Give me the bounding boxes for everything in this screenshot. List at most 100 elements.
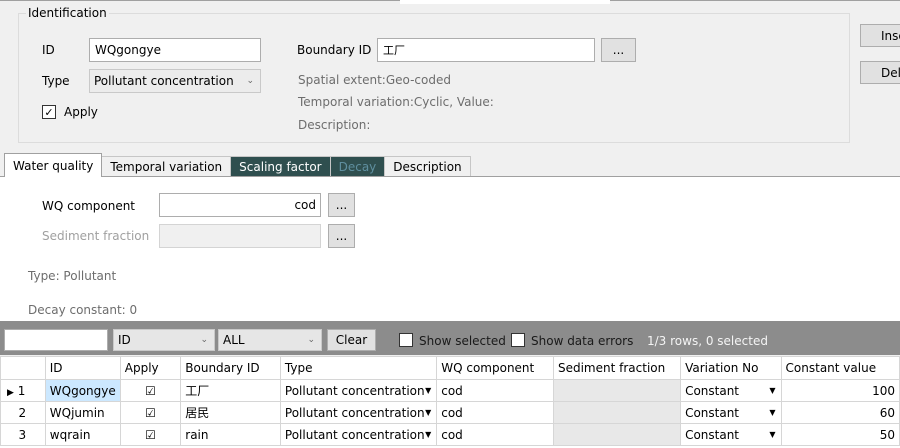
cell-wq-component[interactable]: cod bbox=[436, 423, 554, 446]
wq-component-label: WQ component bbox=[42, 199, 136, 213]
id-label: ID bbox=[42, 43, 55, 57]
column-header-type[interactable]: Type bbox=[279, 356, 438, 380]
id-input[interactable]: WQgongye bbox=[89, 38, 261, 62]
tab-temporal-variation[interactable]: Temporal variation bbox=[101, 156, 232, 177]
row-header[interactable]: ▶ 1 bbox=[0, 379, 46, 402]
cell-wq-component[interactable]: cod bbox=[436, 401, 554, 424]
cell-variation-no[interactable]: Constant ▼ bbox=[680, 401, 782, 424]
column-header-variation-no[interactable]: Variation No bbox=[680, 356, 782, 380]
data-grid: ID Apply Boundary ID Type WQ component S… bbox=[0, 356, 900, 448]
table-row[interactable]: ▶ 1 WQgongye ☑ 工厂 Pollutant concentratio… bbox=[0, 379, 900, 402]
dropdown-arrow-icon[interactable]: ▼ bbox=[425, 430, 431, 439]
triangle-right-icon: ▶ bbox=[7, 387, 14, 398]
row-header[interactable]: 3 bbox=[0, 423, 46, 446]
apply-checkbox[interactable]: ✓ bbox=[42, 105, 56, 119]
filter-search-input[interactable] bbox=[4, 329, 108, 351]
chevron-down-icon: ⌄ bbox=[307, 335, 315, 345]
cell-id[interactable]: WQjumin bbox=[44, 401, 121, 424]
top-strip bbox=[400, 0, 610, 4]
description-text: Description: bbox=[298, 118, 371, 132]
cell-id[interactable]: wqrain bbox=[44, 423, 121, 446]
cell-variation-value: Constant bbox=[685, 427, 740, 442]
type-label: Type bbox=[42, 74, 70, 88]
cell-type-value: Pollutant concentration bbox=[284, 405, 425, 420]
row-number: 3 bbox=[18, 427, 27, 442]
chevron-down-icon: ⌄ bbox=[246, 76, 254, 86]
sediment-browse-button[interactable]: ... bbox=[328, 224, 355, 248]
column-header-constant-value[interactable]: Constant value bbox=[780, 356, 900, 380]
show-data-errors-label: Show data errors bbox=[531, 334, 634, 348]
tab-decay[interactable]: Decay bbox=[329, 156, 386, 177]
boundary-id-input[interactable]: 工厂 bbox=[377, 38, 595, 62]
grid-table: ID Apply Boundary ID Type WQ component S… bbox=[0, 356, 900, 446]
cell-sediment-fraction bbox=[552, 401, 682, 424]
table-row[interactable]: 2 WQjumin ☑ 居民 Pollutant concentration ▼ … bbox=[0, 401, 900, 424]
boundary-id-label: Boundary ID bbox=[297, 43, 372, 57]
dropdown-arrow-icon[interactable]: ▼ bbox=[769, 430, 775, 439]
temporal-variation-text: Temporal variation:Cyclic, Value: bbox=[298, 95, 494, 109]
cell-apply-checkbox[interactable]: ☑ bbox=[119, 401, 182, 424]
check-icon: ☑ bbox=[145, 427, 156, 442]
sediment-fraction-label: Sediment fraction bbox=[42, 229, 150, 243]
insert-button[interactable]: Inse bbox=[860, 24, 900, 47]
boundary-browse-button[interactable]: ... bbox=[601, 38, 636, 62]
table-row[interactable]: 3 wqrain ☑ rain Pollutant concentration ▼… bbox=[0, 423, 900, 446]
cell-id[interactable]: WQgongye bbox=[44, 379, 121, 402]
tab-strip: Water quality Temporal variation Scaling… bbox=[4, 153, 471, 177]
type-select-value: Pollutant concentration bbox=[94, 74, 234, 88]
cell-variation-value: Constant bbox=[685, 383, 740, 398]
dropdown-arrow-icon[interactable]: ▼ bbox=[769, 386, 775, 395]
filter-scope-select[interactable]: ALL ⌄ bbox=[218, 329, 322, 351]
show-data-errors-checkbox[interactable] bbox=[511, 333, 525, 347]
check-icon: ☑ bbox=[145, 405, 156, 420]
cell-type[interactable]: Pollutant concentration ▼ bbox=[279, 379, 438, 402]
column-header-boundary-id[interactable]: Boundary ID bbox=[180, 356, 281, 380]
cell-type[interactable]: Pollutant concentration ▼ bbox=[279, 401, 438, 424]
cell-variation-no[interactable]: Constant ▼ bbox=[680, 423, 782, 446]
type-select[interactable]: Pollutant concentration ⌄ bbox=[89, 69, 261, 93]
column-header-apply[interactable]: Apply bbox=[119, 356, 182, 380]
row-number: 1 bbox=[17, 383, 26, 398]
tab-water-quality[interactable]: Water quality bbox=[4, 153, 103, 177]
apply-label: Apply bbox=[64, 105, 98, 119]
column-header-id[interactable]: ID bbox=[44, 356, 121, 380]
cell-sediment-fraction bbox=[552, 379, 682, 402]
column-header-sediment-fraction[interactable]: Sediment fraction bbox=[552, 356, 682, 380]
wq-component-input[interactable]: cod bbox=[159, 193, 321, 217]
cell-wq-component[interactable]: cod bbox=[436, 379, 554, 402]
show-selected-label: Show selected bbox=[419, 334, 506, 348]
cell-apply-checkbox[interactable]: ☑ bbox=[119, 379, 182, 402]
cell-constant-value[interactable]: 100 bbox=[780, 379, 900, 402]
column-header-wq-component[interactable]: WQ component bbox=[436, 356, 554, 380]
filter-field-select[interactable]: ID ⌄ bbox=[113, 329, 215, 351]
check-icon: ✓ bbox=[44, 105, 54, 119]
identification-group-label: Identification bbox=[26, 6, 109, 20]
wq-component-browse-button[interactable]: ... bbox=[328, 193, 355, 217]
clear-button[interactable]: Clear bbox=[327, 329, 376, 351]
delete-button[interactable]: Dele bbox=[860, 61, 900, 84]
cell-type-value: Pollutant concentration bbox=[284, 383, 425, 398]
cell-sediment-fraction bbox=[552, 423, 682, 446]
show-selected-checkbox[interactable] bbox=[399, 333, 413, 347]
cell-variation-no[interactable]: Constant ▼ bbox=[680, 379, 782, 402]
cell-boundary-id[interactable]: 工厂 bbox=[180, 379, 281, 402]
decay-constant-text: Decay constant: 0 bbox=[28, 303, 138, 317]
cell-boundary-id[interactable]: rain bbox=[180, 423, 281, 446]
dropdown-arrow-icon[interactable]: ▼ bbox=[769, 408, 775, 417]
tab-description[interactable]: Description bbox=[384, 156, 471, 177]
type-info-text: Type: Pollutant bbox=[28, 269, 117, 283]
spatial-extent-text: Spatial extent:Geo-coded bbox=[298, 73, 451, 87]
row-number: 2 bbox=[18, 405, 27, 420]
dropdown-arrow-icon[interactable]: ▼ bbox=[425, 408, 431, 417]
cell-constant-value[interactable]: 60 bbox=[780, 401, 900, 424]
cell-variation-value: Constant bbox=[685, 405, 740, 420]
chevron-down-icon: ⌄ bbox=[200, 335, 208, 345]
tab-scaling-factor[interactable]: Scaling factor bbox=[230, 156, 331, 177]
row-header[interactable]: 2 bbox=[0, 401, 46, 424]
cell-type[interactable]: Pollutant concentration ▼ bbox=[279, 423, 438, 446]
cell-apply-checkbox[interactable]: ☑ bbox=[119, 423, 182, 446]
dropdown-arrow-icon[interactable]: ▼ bbox=[425, 386, 431, 395]
cell-boundary-id[interactable]: 居民 bbox=[180, 401, 281, 424]
sediment-fraction-input[interactable] bbox=[159, 224, 321, 248]
cell-constant-value[interactable]: 50 bbox=[780, 423, 900, 446]
